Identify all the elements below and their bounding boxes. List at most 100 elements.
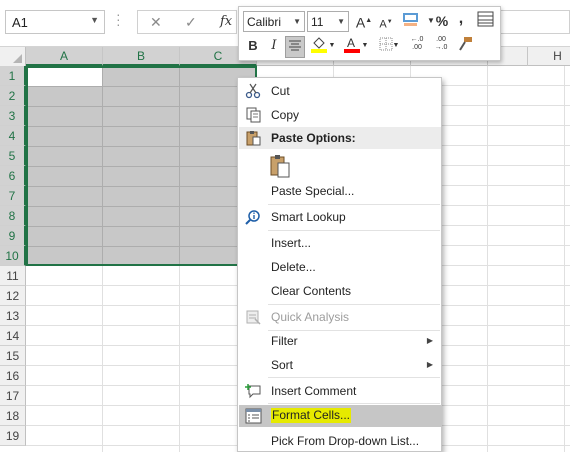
chevron-down-icon[interactable]: ▼ <box>90 15 99 25</box>
row-header[interactable]: 12 <box>0 286 26 306</box>
increase-font-size-button[interactable]: A▲ <box>354 11 374 33</box>
menu-item-label: Clear Contents <box>271 284 352 298</box>
insert-function-icon[interactable]: fx <box>220 14 232 29</box>
fill-color-icon <box>311 37 327 53</box>
active-cell-a1[interactable] <box>28 68 102 86</box>
selected-range[interactable] <box>26 66 257 266</box>
format-painter-table-button[interactable] <box>475 11 495 33</box>
submenu-arrow-icon: ▶ <box>426 360 433 369</box>
menu-item-smart-lookup[interactable]: Smart Lookup <box>239 206 441 228</box>
column-header-h[interactable]: H <box>528 47 570 66</box>
font-size-select[interactable]: 11 ▼ <box>307 11 349 32</box>
menu-item-label: Paste Special... <box>271 184 355 198</box>
name-box[interactable]: A1 ▼ <box>5 10 105 34</box>
row-header[interactable]: 5 <box>0 146 26 166</box>
increase-decimal-button[interactable]: ←.0 .00 <box>407 36 427 58</box>
center-align-button[interactable] <box>285 36 305 58</box>
menu-item-clear-contents[interactable]: Clear Contents <box>239 280 441 302</box>
drag-handle-icon[interactable]: · · · <box>116 7 122 31</box>
menu-item-delete[interactable]: Delete... <box>239 256 441 278</box>
font-color-icon: A <box>344 36 360 53</box>
row-header[interactable]: 18 <box>0 406 26 426</box>
scissors-icon <box>245 83 261 99</box>
menu-item-label: Copy <box>271 108 300 122</box>
format-cells-icon <box>245 408 262 424</box>
row-header[interactable]: 6 <box>0 166 26 186</box>
row-header[interactable]: 17 <box>0 386 26 406</box>
menu-item-label: Pick From Drop-down List... <box>271 434 420 448</box>
font-name-value: Calibri <box>247 15 282 29</box>
insert-comment-icon <box>245 384 261 399</box>
column-header-b[interactable]: B <box>103 47 180 66</box>
row-header[interactable]: 8 <box>0 206 26 226</box>
row-header[interactable]: 1 <box>0 66 26 86</box>
row-header[interactable]: 16 <box>0 366 26 386</box>
menu-separator <box>268 230 440 231</box>
enter-icon[interactable]: ✓ <box>185 14 197 31</box>
decrease-font-size-button[interactable]: A▼ <box>376 12 396 34</box>
row-header[interactable]: 3 <box>0 106 26 126</box>
submenu-arrow-icon: ▶ <box>426 336 433 345</box>
menu-separator <box>268 377 440 378</box>
format-painter-button[interactable] <box>455 36 475 58</box>
chevron-down-icon[interactable]: ▼ <box>360 36 370 58</box>
menu-item-label: Insert Comment <box>271 384 357 398</box>
paste-option-button[interactable] <box>239 152 441 182</box>
formula-buttons: ✕ ✓ fx <box>137 10 237 34</box>
menu-item-label: Format Cells... <box>271 408 352 423</box>
row-header[interactable]: 4 <box>0 126 26 146</box>
mini-toolbar: Calibri ▼ 11 ▼ A▲ A▼ ▼ % , B I ▼ A ▼ ▼ ←… <box>238 6 501 61</box>
menu-item-pick-from-list[interactable]: Pick From Drop-down List... <box>239 430 441 452</box>
row-header[interactable]: 7 <box>0 186 26 206</box>
menu-item-label: Delete... <box>271 260 316 274</box>
menu-separator <box>268 304 440 305</box>
select-all-button[interactable] <box>0 47 26 66</box>
row-header[interactable]: 9 <box>0 226 26 246</box>
svg-text:A: A <box>347 36 355 50</box>
font-color-button[interactable]: A <box>342 35 362 57</box>
chevron-down-icon[interactable]: ▼ <box>327 36 337 58</box>
menu-item-filter[interactable]: Filter ▶ <box>239 330 441 352</box>
menu-header-label: Paste Options: <box>271 131 356 145</box>
percent-style-button[interactable]: % <box>432 11 452 33</box>
table-format-icon <box>477 11 493 27</box>
menu-item-quick-analysis: Quick Analysis <box>239 306 441 328</box>
chevron-down-icon: ▼ <box>293 17 301 26</box>
menu-item-insert-comment[interactable]: Insert Comment <box>239 380 441 402</box>
format-painter-icon <box>459 37 472 51</box>
font-name-select[interactable]: Calibri ▼ <box>243 11 305 32</box>
menu-item-copy[interactable]: Copy <box>239 104 441 126</box>
menu-item-cut[interactable]: Cut <box>239 80 441 102</box>
cancel-icon[interactable]: ✕ <box>150 14 162 31</box>
menu-item-insert[interactable]: Insert... <box>239 232 441 254</box>
menu-separator <box>268 403 440 404</box>
name-box-value: A1 <box>12 15 28 30</box>
row-header[interactable]: 10 <box>0 246 26 266</box>
menu-item-paste-special[interactable]: Paste Special... <box>239 180 441 202</box>
row-header[interactable]: 19 <box>0 426 26 446</box>
menu-separator <box>268 204 440 205</box>
menu-item-label: Filter <box>271 334 298 348</box>
italic-button[interactable]: I <box>264 36 284 58</box>
bold-button[interactable]: B <box>243 36 263 58</box>
menu-item-label: Smart Lookup <box>271 210 346 224</box>
row-header[interactable]: 14 <box>0 326 26 346</box>
menu-item-format-cells[interactable]: Format Cells... <box>239 405 441 427</box>
accounting-format-button[interactable] <box>399 11 423 33</box>
row-header[interactable]: 2 <box>0 86 26 106</box>
center-align-icon <box>289 40 301 51</box>
column-header-a[interactable]: A <box>26 47 103 66</box>
row-header[interactable]: 13 <box>0 306 26 326</box>
comma-style-button[interactable]: , <box>451 9 471 31</box>
font-size-value: 11 <box>311 15 324 29</box>
decrease-decimal-button[interactable]: .00 →.0 <box>431 36 451 58</box>
fill-color-button[interactable] <box>309 35 329 57</box>
smart-lookup-icon <box>245 210 260 225</box>
menu-item-sort[interactable]: Sort ▶ <box>239 354 441 376</box>
row-header[interactable]: 11 <box>0 266 26 286</box>
quick-analysis-icon <box>246 310 261 325</box>
chevron-down-icon: ▼ <box>337 17 345 26</box>
chevron-down-icon[interactable]: ▼ <box>391 36 401 58</box>
row-header[interactable]: 15 <box>0 346 26 366</box>
row-headers: 1 2 3 4 5 6 7 8 9 10 11 12 13 14 15 16 17 18 19 <box>0 66 26 446</box>
